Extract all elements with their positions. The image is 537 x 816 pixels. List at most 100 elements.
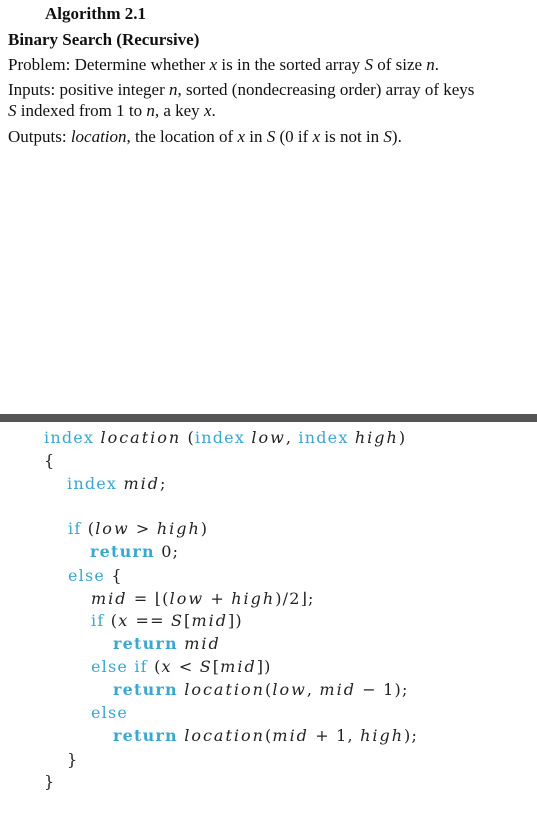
code-text: + 1, bbox=[308, 726, 361, 745]
outputs-label: Outputs: bbox=[8, 127, 67, 146]
var-n: n bbox=[146, 101, 155, 120]
return-keyword: return bbox=[113, 634, 178, 653]
inputs-label: Inputs: bbox=[8, 80, 56, 99]
variable-name: high bbox=[231, 589, 276, 608]
code-text: ( bbox=[181, 428, 195, 447]
type-keyword: index bbox=[194, 428, 246, 447]
variable-name: S bbox=[199, 657, 213, 676]
code-line-if-low-high: if (low > high) bbox=[68, 519, 208, 538]
variable-name: mid bbox=[220, 657, 257, 676]
var-x: x bbox=[209, 55, 218, 74]
problem-text: of size bbox=[372, 55, 427, 74]
param-name: high bbox=[354, 428, 399, 447]
code-line-compute-mid: mid = ⌊(low + high)/2⌋; bbox=[91, 589, 315, 608]
inputs-text: , a key bbox=[154, 101, 204, 120]
code-line-signature: index location (index low, index high) bbox=[44, 428, 406, 447]
control-keyword: if bbox=[91, 611, 105, 630]
inputs-text: indexed from 1 to bbox=[16, 101, 147, 120]
code-text: )/2⌋; bbox=[275, 589, 315, 608]
control-keyword: else if bbox=[91, 657, 148, 676]
variable-name: mid bbox=[184, 634, 221, 653]
variable-name: mid bbox=[191, 611, 228, 630]
code-text: ( bbox=[147, 657, 162, 676]
return-keyword: return bbox=[113, 726, 178, 745]
problem-text: Determine whether bbox=[70, 55, 210, 74]
code-text: 0; bbox=[154, 542, 180, 561]
code-line-close-else: } bbox=[67, 750, 79, 769]
code-text: ; bbox=[159, 474, 167, 493]
return-keyword: return bbox=[90, 542, 155, 561]
code-line-recurse-left: return location(low, mid − 1); bbox=[113, 680, 409, 699]
section-divider bbox=[0, 414, 537, 422]
variable-name: x bbox=[118, 611, 130, 630]
var-location: location bbox=[70, 127, 127, 146]
function-name: location bbox=[100, 428, 182, 447]
code-line-return-zero: return 0; bbox=[90, 542, 179, 561]
algorithm-number: Algorithm 2.1 bbox=[45, 4, 147, 23]
variable-name: mid bbox=[272, 726, 309, 745]
var-S: S bbox=[266, 127, 276, 146]
outputs-text: is not in bbox=[320, 127, 384, 146]
code-text: + bbox=[204, 589, 232, 608]
code-text: ]) bbox=[256, 657, 272, 676]
code-line-else: else bbox=[91, 703, 128, 722]
variable-name: low bbox=[169, 589, 205, 608]
code-text: , bbox=[306, 680, 320, 699]
type-keyword: index bbox=[298, 428, 349, 447]
code-text: − 1); bbox=[355, 680, 409, 699]
variable-name: mid bbox=[91, 589, 128, 608]
code-line-else-if-less: else if (x < S[mid]) bbox=[91, 657, 272, 676]
code-line-close-function: } bbox=[44, 772, 56, 791]
code-text: ]) bbox=[227, 611, 243, 630]
variable-name: low bbox=[95, 519, 130, 538]
code-line-else-open: else { bbox=[68, 566, 123, 585]
code-line-if-equal: if (x == S[mid]) bbox=[91, 611, 243, 630]
var-n: n bbox=[426, 55, 435, 74]
code-line-recurse-right: return location(mid + 1, high); bbox=[113, 726, 418, 745]
code-text: { bbox=[105, 566, 123, 585]
code-text: < bbox=[172, 657, 200, 676]
inputs-text: positive integer bbox=[55, 80, 170, 99]
outputs-text: ). bbox=[391, 127, 402, 146]
param-name: low bbox=[251, 428, 286, 447]
algorithm-name: Binary Search (Recursive) bbox=[8, 30, 200, 49]
code-text: = ⌊( bbox=[127, 589, 170, 608]
control-keyword: else bbox=[68, 566, 106, 585]
outputs-text: (0 if bbox=[275, 127, 313, 146]
type-keyword: index bbox=[67, 474, 118, 493]
code-line-declaration: index mid; bbox=[67, 474, 167, 493]
code-text: ) bbox=[200, 519, 209, 538]
inputs-statement-line-1: Inputs: positive integer n, sorted (nond… bbox=[8, 80, 474, 100]
variable-name: high bbox=[156, 519, 201, 538]
code-line-return-mid: return mid bbox=[113, 634, 221, 653]
code-text: > bbox=[129, 519, 157, 538]
var-x: x bbox=[237, 127, 246, 146]
problem-text: . bbox=[434, 55, 440, 74]
return-keyword: return bbox=[113, 680, 178, 699]
problem-statement: Problem: Determine whether x is in the s… bbox=[8, 55, 439, 75]
code-text: ) bbox=[398, 428, 407, 447]
problem-text: is in the sorted array bbox=[217, 55, 365, 74]
inputs-text: , sorted (nondecreasing order) array of … bbox=[177, 80, 475, 99]
control-keyword: if bbox=[68, 519, 82, 538]
problem-label: Problem: bbox=[8, 55, 71, 74]
type-keyword: index bbox=[44, 428, 95, 447]
code-text: == bbox=[129, 611, 172, 630]
variable-name: mid bbox=[319, 680, 356, 699]
control-keyword: else bbox=[91, 703, 129, 722]
variable-name: mid bbox=[123, 474, 160, 493]
var-n: n bbox=[169, 80, 178, 99]
code-text: ( bbox=[104, 611, 119, 630]
inputs-text: . bbox=[211, 101, 216, 120]
outputs-statement: Outputs: location, the location of x in … bbox=[8, 127, 402, 147]
outputs-text: in bbox=[245, 127, 267, 146]
var-S: S bbox=[383, 127, 392, 146]
inputs-statement-line-2: S indexed from 1 to n, a key x. bbox=[8, 101, 216, 121]
function-name: location bbox=[184, 680, 265, 699]
var-S: S bbox=[364, 55, 373, 74]
code-text: ( bbox=[81, 519, 96, 538]
code-line-open-brace: { bbox=[44, 451, 56, 470]
variable-name: S bbox=[171, 611, 184, 630]
outputs-text: , the location of bbox=[126, 127, 238, 146]
variable-name: low bbox=[272, 680, 307, 699]
